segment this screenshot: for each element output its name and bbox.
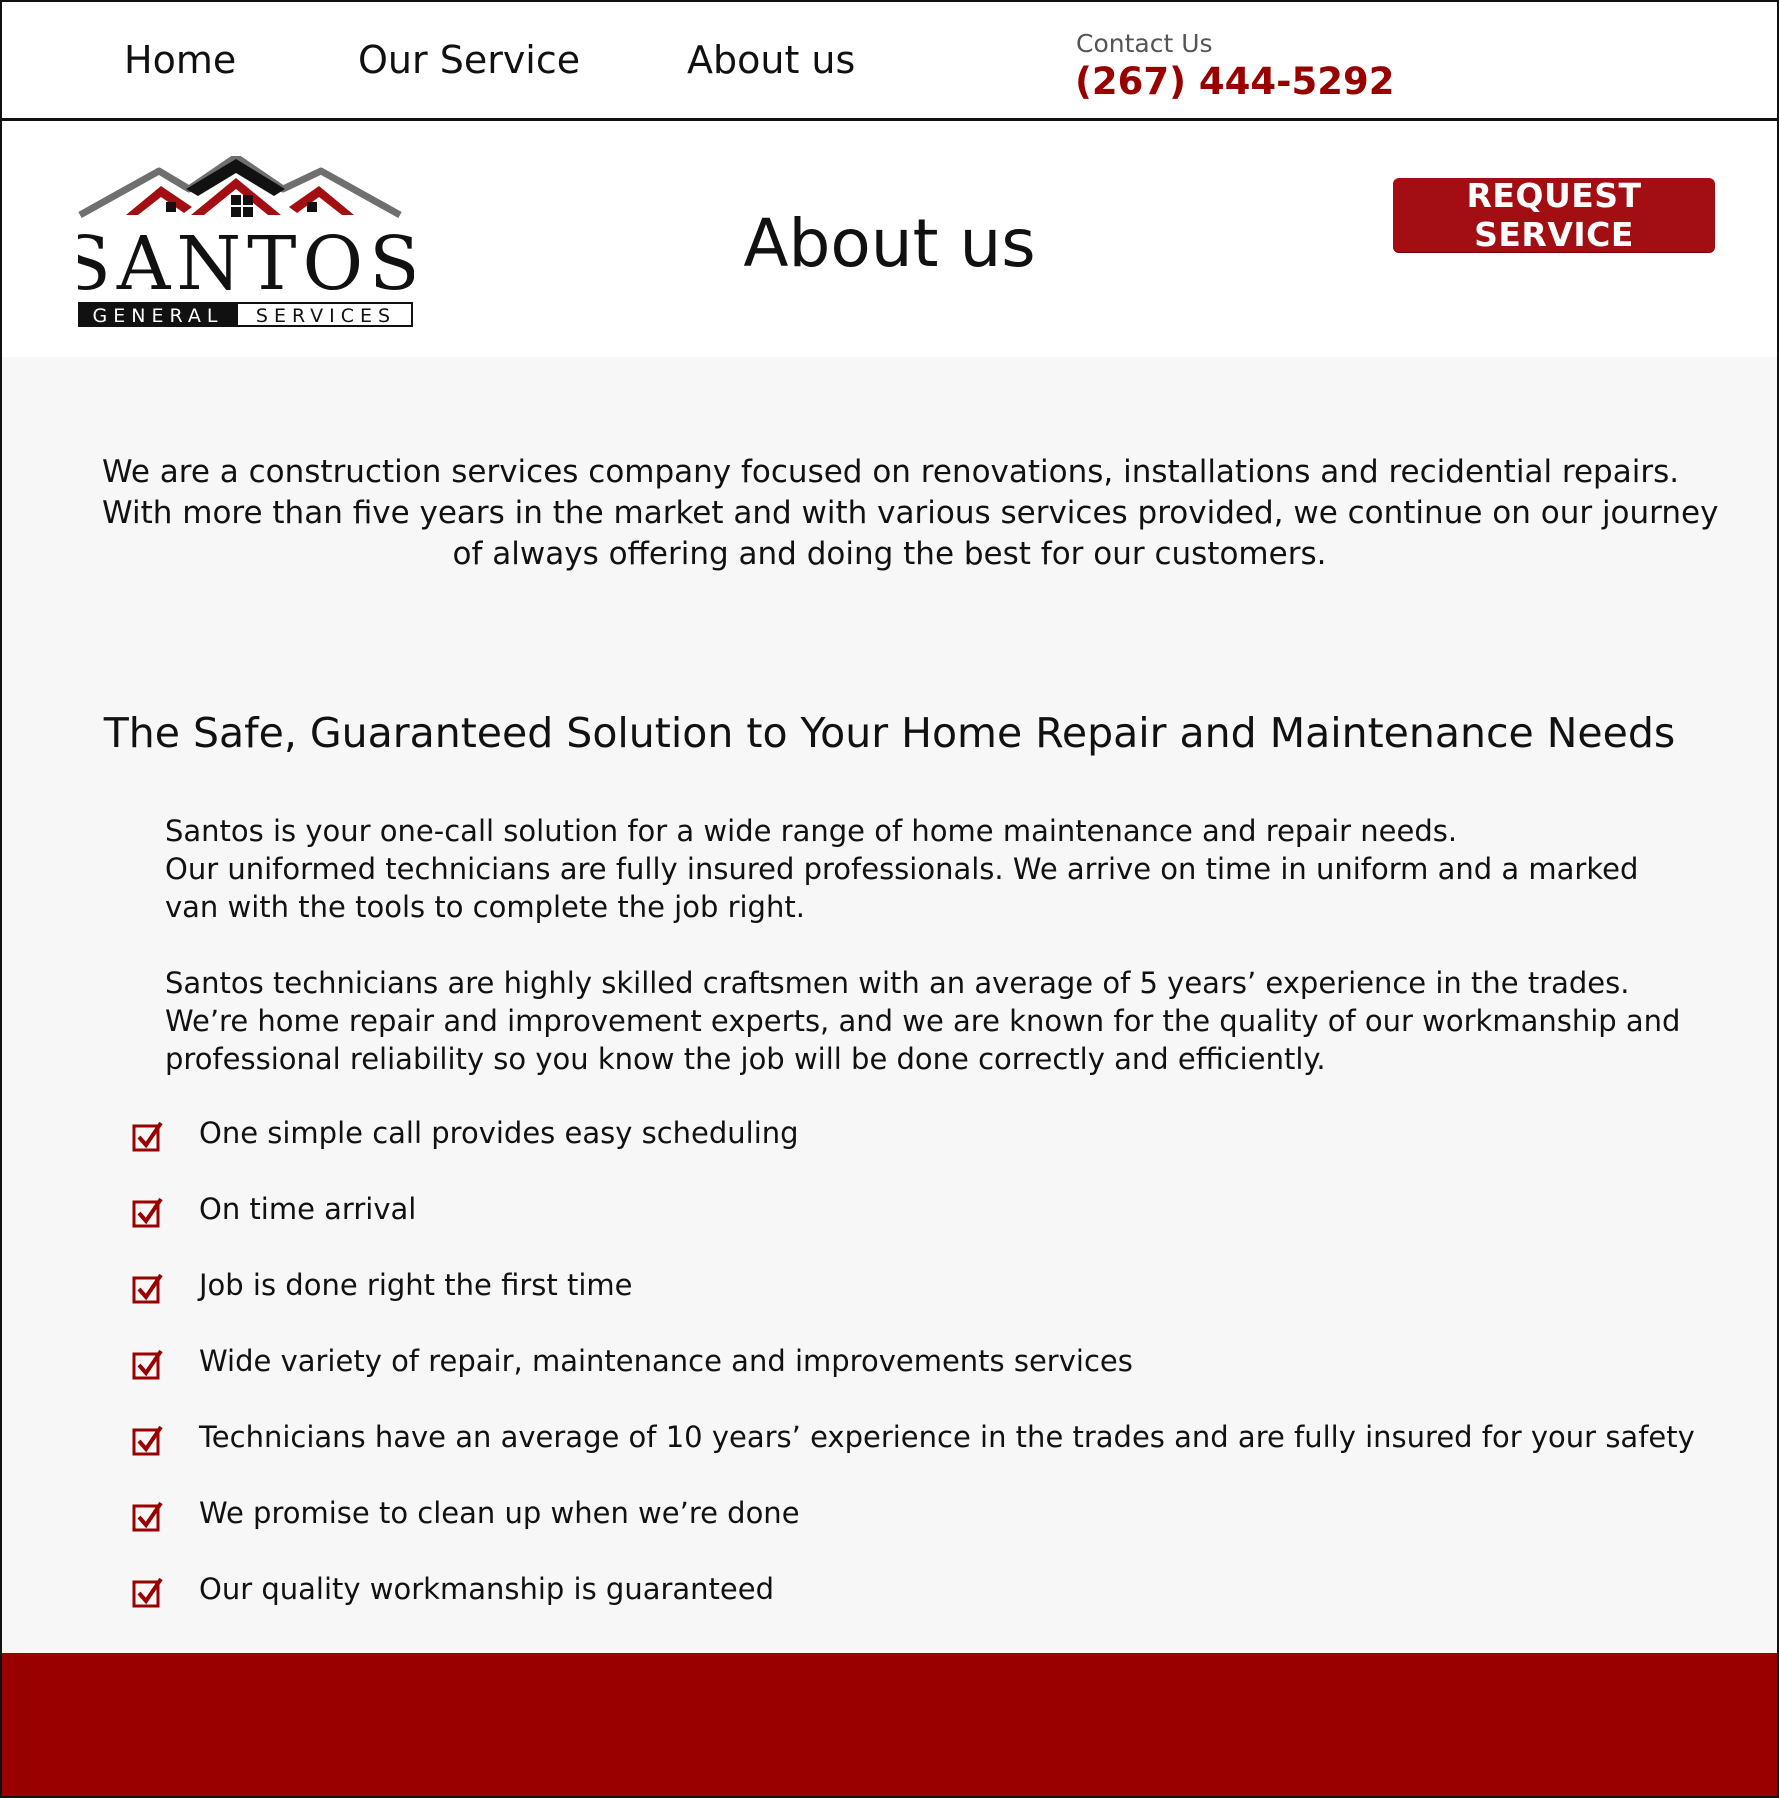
svg-text:SERVICES: SERVICES	[256, 305, 396, 327]
section-heading: The Safe, Guaranteed Solution to Your Ho…	[103, 709, 1676, 757]
checkbox-checked-icon	[132, 1501, 163, 1532]
page-header: SANTOS GENERAL SERVICES About us REQUEST…	[2, 121, 1777, 357]
page-footer	[2, 1653, 1777, 1796]
checkbox-checked-icon	[132, 1273, 163, 1304]
paragraph-line: Santos technicians are highly skilled cr…	[165, 966, 1630, 1000]
checklist-item-text: Our quality workmanship is guaranteed	[199, 1572, 775, 1606]
contact-label: Contact Us	[1076, 29, 1213, 58]
request-service-button[interactable]: REQUEST SERVICE	[1393, 176, 1715, 254]
paragraph-line: Santos is your one-call solution for a w…	[165, 814, 1458, 848]
checkbox-checked-icon	[132, 1425, 163, 1456]
page-frame: Home Our Service About us Contact Us (26…	[0, 0, 1779, 1798]
intro-line: We are a construction services company f…	[102, 454, 1680, 490]
paragraph-line: We’re home repair and improvement expert…	[165, 1004, 1681, 1038]
checkbox-checked-icon	[132, 1577, 163, 1608]
checkbox-checked-icon	[132, 1121, 163, 1152]
paragraph-line: Our uniformed technicians are fully insu…	[165, 852, 1639, 886]
checklist-item-text: One simple call provides easy scheduling	[199, 1116, 799, 1150]
checklist-item-text: Wide variety of repair, maintenance and …	[199, 1344, 1133, 1378]
checklist-item-text: We promise to clean up when we’re done	[199, 1496, 800, 1530]
nav-about-us-link[interactable]: About us	[687, 38, 855, 82]
paragraph-line: van with the tools to complete the job r…	[165, 890, 805, 924]
paragraph-one: Santos is your one-call solution for a w…	[165, 812, 1638, 926]
nav-our-service-link[interactable]: Our Service	[358, 38, 580, 82]
checklist-item-text: On time arrival	[199, 1192, 417, 1226]
checkbox-checked-icon	[132, 1197, 163, 1228]
intro-line: of always offering and doing the best fo…	[452, 536, 1327, 572]
main-content: We are a construction services company f…	[2, 357, 1777, 1653]
checklist-item-text: Technicians have an average of 10 years’…	[199, 1420, 1695, 1454]
svg-text:GENERAL: GENERAL	[93, 305, 224, 327]
nav-home-link[interactable]: Home	[124, 38, 236, 82]
checkbox-checked-icon	[132, 1349, 163, 1380]
checklist-item-text: Job is done right the first time	[199, 1268, 633, 1302]
intro-text: We are a construction services company f…	[102, 452, 1719, 575]
top-navigation: Home Our Service About us Contact Us (26…	[2, 2, 1777, 121]
paragraph-line: professional reliability so you know the…	[165, 1042, 1326, 1076]
paragraph-two: Santos technicians are highly skilled cr…	[165, 964, 1680, 1078]
contact-phone-link[interactable]: (267) 444-5292	[1075, 60, 1395, 103]
intro-line: With more than five years in the market …	[102, 495, 1719, 531]
